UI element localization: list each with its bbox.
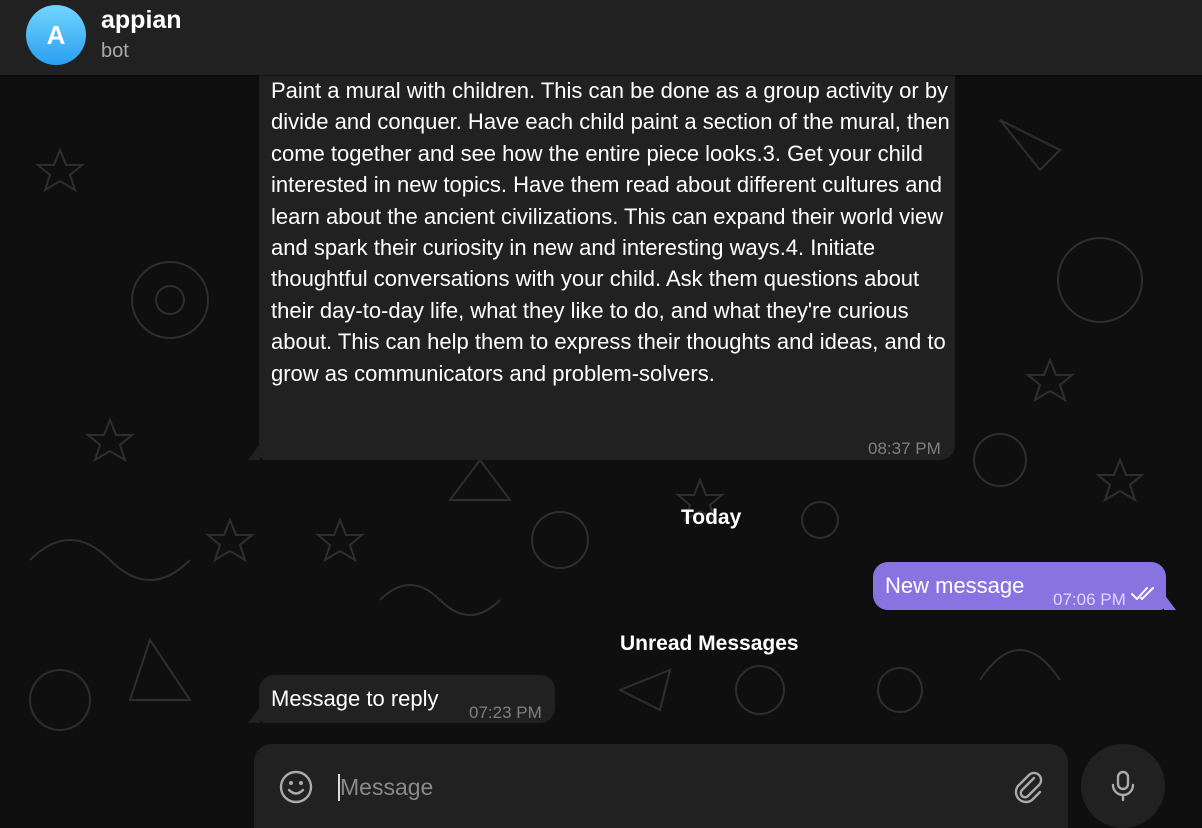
smiley-icon[interactable] bbox=[278, 769, 314, 805]
message-text: New message bbox=[885, 573, 1025, 598]
message-time: 07:23 PM bbox=[469, 703, 542, 722]
message-time: 07:06 PM bbox=[1053, 590, 1126, 609]
message-composer bbox=[254, 744, 1068, 828]
avatar[interactable]: A bbox=[26, 5, 86, 65]
message-time: 08:37 PM bbox=[868, 439, 941, 458]
message-text: Paint a mural with children. This can be… bbox=[271, 78, 950, 386]
message-bubble-outgoing[interactable]: New message 07:06 PM bbox=[873, 562, 1166, 610]
voice-record-button[interactable] bbox=[1081, 744, 1165, 828]
message-bubble-incoming[interactable]: Message to reply 07:23 PM bbox=[259, 675, 555, 723]
chat-status: bot bbox=[101, 40, 129, 62]
date-separator: Today bbox=[681, 506, 742, 529]
unread-separator: Unread Messages bbox=[620, 632, 799, 655]
paperclip-icon[interactable] bbox=[1010, 769, 1046, 805]
chat-title: appian bbox=[101, 6, 182, 34]
message-input[interactable] bbox=[338, 766, 992, 808]
chat-header[interactable]: A appian bot bbox=[0, 0, 1202, 75]
microphone-icon bbox=[1111, 770, 1135, 802]
message-text: Message to reply bbox=[271, 686, 439, 711]
double-check-icon bbox=[1131, 587, 1154, 600]
message-bubble-incoming[interactable]: Paint a mural with children. This can be… bbox=[259, 75, 955, 460]
